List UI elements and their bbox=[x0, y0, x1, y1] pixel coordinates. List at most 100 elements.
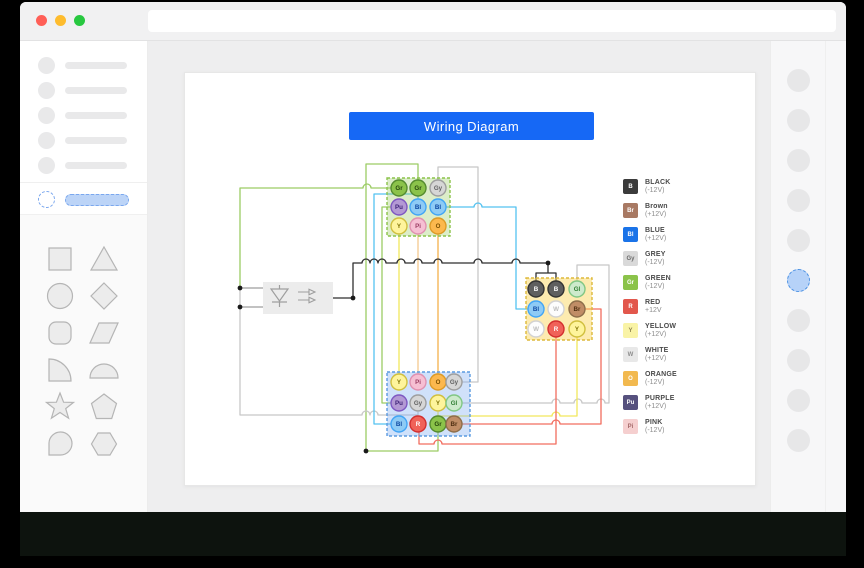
pin-R[interactable]: R bbox=[410, 416, 426, 432]
shape-teardrop[interactable] bbox=[42, 426, 78, 463]
pin-Bl[interactable]: Bl bbox=[410, 199, 426, 215]
pin-B[interactable]: B bbox=[548, 281, 564, 297]
traffic-light-zoom-button[interactable] bbox=[74, 15, 85, 26]
pin-Gr[interactable]: Gr bbox=[430, 416, 446, 432]
traffic-light-close-button[interactable] bbox=[36, 15, 47, 26]
placeholder-bar bbox=[65, 137, 127, 144]
wire-junction bbox=[238, 286, 243, 291]
rail-circle[interactable] bbox=[787, 109, 810, 132]
list-item-placeholder[interactable] bbox=[38, 107, 127, 124]
pin-Gr[interactable]: Gr bbox=[410, 180, 426, 196]
legend-swatch: Gy bbox=[623, 251, 638, 266]
pin-Bl[interactable]: Bl bbox=[391, 416, 407, 432]
pin-Gl[interactable]: Gl bbox=[569, 281, 585, 297]
right-connector[interactable]: BBGlBlWBrWRY bbox=[526, 278, 592, 340]
shape-pentagon[interactable] bbox=[86, 389, 122, 426]
shape-star[interactable] bbox=[42, 389, 78, 426]
list-item-placeholder[interactable] bbox=[38, 82, 127, 99]
rail-circle[interactable] bbox=[787, 309, 810, 332]
wire-junction bbox=[238, 305, 243, 310]
pin-label: Br bbox=[574, 306, 581, 313]
legend-color-name: YELLOW bbox=[645, 323, 676, 331]
pin-Pi[interactable]: Pi bbox=[410, 218, 426, 234]
pin-R[interactable]: R bbox=[548, 321, 564, 337]
desktop-background: Wiring Diagram GrGrGyPuBlBlYPiOBBGlBlWBr… bbox=[0, 0, 864, 568]
pin-Br[interactable]: Br bbox=[446, 416, 462, 432]
pin-O[interactable]: O bbox=[430, 218, 446, 234]
pin-Pu[interactable]: Pu bbox=[391, 199, 407, 215]
shapes-panel bbox=[20, 214, 147, 513]
shape-semicircle[interactable] bbox=[86, 352, 122, 389]
legend-item-blue[interactable]: BlBLUE(+12V) bbox=[623, 227, 677, 242]
rail-circle-selected[interactable] bbox=[787, 269, 810, 292]
rail-circle[interactable] bbox=[787, 389, 810, 412]
pin-W[interactable]: W bbox=[528, 321, 544, 337]
pin-O[interactable]: O bbox=[430, 374, 446, 390]
legend-item-grey[interactable]: GyGREY(-12V) bbox=[623, 251, 677, 266]
pin-Br[interactable]: Br bbox=[569, 301, 585, 317]
drawing-canvas[interactable]: Wiring Diagram GrGrGyPuBlBlYPiOBBGlBlWBr… bbox=[184, 72, 756, 486]
selected-item-bar bbox=[65, 194, 129, 206]
shape-hexagon[interactable] bbox=[86, 426, 122, 463]
legend-swatch: Br bbox=[623, 203, 638, 218]
legend-swatch: Pi bbox=[623, 419, 638, 434]
pin-Gy[interactable]: Gy bbox=[410, 395, 426, 411]
pin-label: Bl bbox=[415, 204, 421, 211]
pin-Pi[interactable]: Pi bbox=[410, 374, 426, 390]
list-item-selected[interactable] bbox=[38, 191, 129, 208]
pin-Y[interactable]: Y bbox=[430, 395, 446, 411]
pin-Y[interactable]: Y bbox=[391, 374, 407, 390]
list-item-placeholder[interactable] bbox=[38, 132, 127, 149]
legend-item-brown[interactable]: BrBrown(+12V) bbox=[623, 203, 677, 218]
pin-W[interactable]: W bbox=[548, 301, 564, 317]
pin-Gr[interactable]: Gr bbox=[391, 180, 407, 196]
shape-parallelogram[interactable] bbox=[86, 315, 122, 352]
legend-item-black[interactable]: BBLACK(-12V) bbox=[623, 179, 677, 194]
legend-item-green[interactable]: GrGREEN(-12V) bbox=[623, 275, 677, 290]
wire[interactable] bbox=[240, 184, 391, 288]
rail-circle[interactable] bbox=[787, 69, 810, 92]
bottom-connector[interactable]: YPiOGyPuGyYGlBlRGrBr bbox=[387, 372, 470, 436]
pin-Y[interactable]: Y bbox=[391, 218, 407, 234]
shape-square[interactable] bbox=[42, 241, 78, 278]
pin-label: R bbox=[554, 326, 559, 333]
wire[interactable] bbox=[446, 203, 528, 309]
pin-B[interactable]: B bbox=[528, 281, 544, 297]
pin-Bl[interactable]: Bl bbox=[430, 199, 446, 215]
address-bar[interactable] bbox=[148, 10, 836, 32]
rail-circle[interactable] bbox=[787, 149, 810, 172]
legend-voltage: (+12V) bbox=[645, 331, 676, 339]
rail-circle[interactable] bbox=[787, 229, 810, 252]
legend-item-pink[interactable]: PiPINK(-12V) bbox=[623, 419, 677, 434]
legend-voltage: +12V bbox=[645, 307, 662, 315]
shape-circle[interactable] bbox=[42, 278, 78, 315]
pin-label: Br bbox=[451, 421, 458, 428]
rail-circle[interactable] bbox=[787, 189, 810, 212]
shape-diamond[interactable] bbox=[86, 278, 122, 315]
legend-item-purple[interactable]: PuPURPLE(+12V) bbox=[623, 395, 677, 410]
pin-Gy[interactable]: Gy bbox=[430, 180, 446, 196]
shape-triangle[interactable] bbox=[86, 241, 122, 278]
list-item-placeholder[interactable] bbox=[38, 157, 127, 174]
optocoupler-device[interactable] bbox=[263, 282, 333, 314]
legend-voltage: (-12V) bbox=[645, 379, 677, 387]
rail-circle[interactable] bbox=[787, 429, 810, 452]
pin-Gl[interactable]: Gl bbox=[446, 395, 462, 411]
traffic-light-minimize-button[interactable] bbox=[55, 15, 66, 26]
wire[interactable] bbox=[240, 288, 263, 307]
legend-item-red[interactable]: RRED+12V bbox=[623, 299, 677, 314]
shape-quarter-circle[interactable] bbox=[42, 352, 78, 389]
legend-label: RED+12V bbox=[645, 299, 662, 315]
top-connector[interactable]: GrGrGyPuBlBlYPiO bbox=[387, 178, 450, 236]
pin-Pu[interactable]: Pu bbox=[391, 395, 407, 411]
legend-item-orange[interactable]: OORANGE(-12V) bbox=[623, 371, 677, 386]
legend-item-yellow[interactable]: YYELLOW(+12V) bbox=[623, 323, 677, 338]
list-item-placeholder[interactable] bbox=[38, 57, 127, 74]
rail-circle[interactable] bbox=[787, 349, 810, 372]
pin-Bl[interactable]: Bl bbox=[528, 301, 544, 317]
pin-Y[interactable]: Y bbox=[569, 321, 585, 337]
shape-rounded-square[interactable] bbox=[42, 315, 78, 352]
legend-color-name: BLUE bbox=[645, 227, 666, 235]
pin-Gy[interactable]: Gy bbox=[446, 374, 462, 390]
legend-item-white[interactable]: WWHITE(+12V) bbox=[623, 347, 677, 362]
